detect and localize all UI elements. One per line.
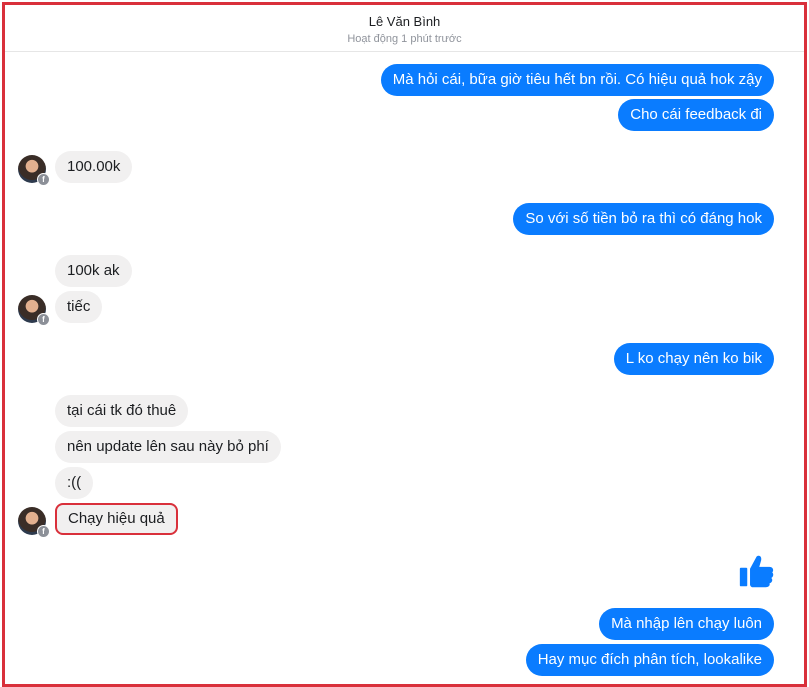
message-bubble-outgoing[interactable]: So với số tiền bỏ ra thì có đáng hok: [513, 203, 774, 235]
contact-avatar[interactable]: f: [18, 295, 50, 326]
message-bubble-outgoing[interactable]: L ko chạy nên ko bik: [613, 343, 774, 375]
message-bubble-incoming[interactable]: tại cái tk đó thuê: [55, 395, 189, 427]
facebook-badge-icon: f: [37, 525, 50, 538]
contact-avatar[interactable]: f: [18, 507, 50, 538]
contact-name[interactable]: Lê Văn Bình: [5, 14, 804, 29]
message-bubble-incoming[interactable]: tiếc: [55, 291, 103, 323]
conversation-header: Lê Văn Bình Hoạt động 1 phút trước: [5, 5, 804, 52]
message-bubble-incoming[interactable]: nên update lên sau này bỏ phí: [55, 431, 281, 463]
message-bubble-incoming[interactable]: 100k ak: [55, 255, 132, 287]
message-bubble-outgoing[interactable]: Mà nhập lên chạy luôn: [599, 608, 774, 640]
thumbs-up-icon[interactable]: [738, 553, 775, 590]
facebook-badge-icon: f: [37, 313, 50, 326]
message-bubble-outgoing[interactable]: Cho cái feedback đi: [618, 99, 774, 131]
message-bubble-outgoing[interactable]: Hay mục đích phân tích, lookalike: [525, 644, 774, 676]
active-status: Hoạt động 1 phút trước: [347, 33, 462, 45]
message-bubble-incoming[interactable]: :((: [55, 467, 94, 499]
message-bubble-outgoing[interactable]: Mà hỏi cái, bữa giờ tiêu hết bn rồi. Có …: [380, 64, 774, 96]
message-bubble-incoming[interactable]: 100.00k: [55, 151, 133, 183]
facebook-badge-icon: f: [37, 173, 50, 186]
contact-avatar[interactable]: f: [18, 155, 50, 186]
message-bubble-incoming-highlighted[interactable]: Chạy hiệu quả: [55, 503, 178, 535]
